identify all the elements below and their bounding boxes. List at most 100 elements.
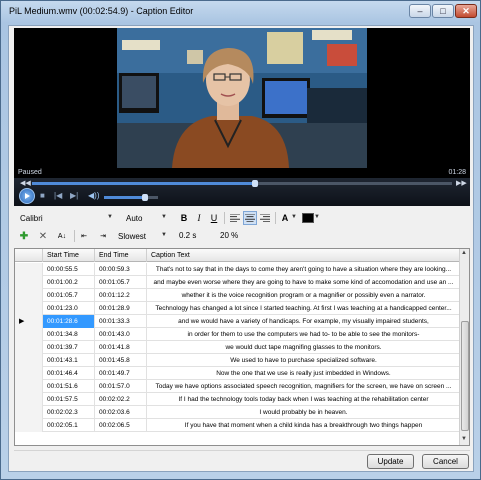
seek-thumb[interactable]: [251, 180, 258, 187]
end-time-cell[interactable]: 00:01:45.8: [95, 354, 147, 367]
end-time-cell[interactable]: 00:01:12.2: [95, 289, 147, 302]
caption-text-cell[interactable]: We used to have to purchase specialized …: [147, 354, 461, 367]
end-time-cell[interactable]: 00:01:49.7: [95, 367, 147, 380]
row-indicator[interactable]: [15, 276, 43, 289]
scroll-down-icon[interactable]: ▼: [461, 436, 467, 442]
shift-earlier-icon[interactable]: ⇤: [77, 229, 91, 243]
row-indicator[interactable]: [15, 354, 43, 367]
caption-text-cell[interactable]: If you have that moment when a child kin…: [147, 419, 461, 432]
video-preview[interactable]: Paused 01:28: [14, 28, 470, 178]
caption-text-cell[interactable]: That's not to say that in the days to co…: [147, 263, 461, 276]
bold-button[interactable]: B: [177, 211, 191, 225]
caption-text-cell[interactable]: and maybe even worse where they are goin…: [147, 276, 461, 289]
row-indicator[interactable]: [15, 367, 43, 380]
table-row[interactable]: 00:01:43.1 00:01:45.8 We used to have to…: [15, 354, 461, 367]
caption-text-cell[interactable]: If I had the technology tools today back…: [147, 393, 461, 406]
start-time-cell[interactable]: 00:01:23.0: [43, 302, 95, 315]
play-button[interactable]: [19, 188, 35, 204]
volume-thumb[interactable]: [141, 194, 148, 201]
end-time-cell[interactable]: 00:02:03.6: [95, 406, 147, 419]
row-indicator[interactable]: [15, 302, 43, 315]
caption-text-cell[interactable]: Technology has changed a lot since I sta…: [147, 302, 461, 315]
row-indicator[interactable]: [15, 289, 43, 302]
start-time-cell[interactable]: 00:01:34.8: [43, 328, 95, 341]
volume-icon[interactable]: ◀)): [88, 191, 99, 200]
row-indicator[interactable]: ▶: [15, 315, 43, 328]
table-row[interactable]: 00:01:23.0 00:01:28.9 Technology has cha…: [15, 302, 461, 315]
align-left-button[interactable]: [228, 211, 242, 225]
row-indicator[interactable]: [15, 380, 43, 393]
table-row[interactable]: 00:01:57.5 00:02:02.2 If I had the techn…: [15, 393, 461, 406]
close-button[interactable]: ✕: [455, 4, 477, 18]
vertical-scrollbar[interactable]: ▲ ▼: [459, 249, 469, 445]
text-color-dropdown[interactable]: ▼: [290, 211, 300, 225]
size-select[interactable]: Auto ▼: [122, 211, 170, 225]
minimize-button[interactable]: –: [409, 4, 431, 18]
table-row[interactable]: 00:02:05.1 00:02:06.5 If you have that m…: [15, 419, 461, 432]
end-time-cell[interactable]: 00:02:06.5: [95, 419, 147, 432]
end-time-cell[interactable]: 00:01:33.3: [95, 315, 147, 328]
caption-text-cell[interactable]: Today we have options associated speech …: [147, 380, 461, 393]
row-indicator[interactable]: [15, 341, 43, 354]
volume-slider[interactable]: [104, 194, 158, 201]
end-time-cell[interactable]: 00:01:05.7: [95, 276, 147, 289]
italic-button[interactable]: I: [192, 211, 206, 225]
caption-text-cell[interactable]: and we would have a variety of handicaps…: [147, 315, 461, 328]
column-header-start[interactable]: Start Time: [43, 249, 95, 262]
table-row[interactable]: 00:01:05.7 00:01:12.2 whether it is the …: [15, 289, 461, 302]
column-header-text[interactable]: Caption Text: [147, 249, 461, 262]
align-right-button[interactable]: [258, 211, 272, 225]
end-time-cell[interactable]: 00:01:28.9: [95, 302, 147, 315]
start-time-cell[interactable]: 00:02:05.1: [43, 419, 95, 432]
background-color-dropdown[interactable]: ▼: [313, 211, 323, 225]
font-select[interactable]: Calibri ▼: [16, 211, 116, 225]
delete-caption-icon[interactable]: ✕: [36, 229, 50, 243]
row-indicator[interactable]: [15, 328, 43, 341]
table-row[interactable]: 00:00:55.5 00:00:59.3 That's not to say …: [15, 263, 461, 276]
end-time-cell[interactable]: 00:01:43.0: [95, 328, 147, 341]
table-row[interactable]: 00:01:46.4 00:01:49.7 Now the one that w…: [15, 367, 461, 380]
add-caption-icon[interactable]: ✚: [17, 229, 31, 243]
caption-text-cell[interactable]: Now the one that we use is really just i…: [147, 367, 461, 380]
sort-icon[interactable]: A↓: [55, 229, 69, 243]
align-center-button[interactable]: [243, 211, 257, 225]
table-row[interactable]: 00:01:00.2 00:01:05.7 and maybe even wor…: [15, 276, 461, 289]
shift-later-icon[interactable]: ⇥: [96, 229, 110, 243]
end-time-cell[interactable]: 00:01:41.8: [95, 341, 147, 354]
start-time-cell[interactable]: 00:01:00.2: [43, 276, 95, 289]
end-time-cell[interactable]: 00:01:57.0: [95, 380, 147, 393]
underline-button[interactable]: U: [207, 211, 221, 225]
table-row-current[interactable]: ▶ 00:01:28.6 00:01:33.3 and we would hav…: [15, 315, 461, 328]
start-time-cell[interactable]: 00:01:39.7: [43, 341, 95, 354]
table-row[interactable]: 00:01:51.6 00:01:57.0 Today we have opti…: [15, 380, 461, 393]
start-time-cell[interactable]: 00:00:55.5: [43, 263, 95, 276]
seek-back-icon[interactable]: ◀◀: [20, 179, 31, 187]
next-icon[interactable]: ▶|: [70, 191, 78, 200]
caption-text-cell[interactable]: we would duct tape magnifing glasses to …: [147, 341, 461, 354]
percent-value[interactable]: 20 %: [220, 231, 238, 240]
caption-text-cell[interactable]: whether it is the voice recognition prog…: [147, 289, 461, 302]
start-time-cell[interactable]: 00:01:05.7: [43, 289, 95, 302]
row-indicator[interactable]: [15, 393, 43, 406]
end-time-cell[interactable]: 00:00:59.3: [95, 263, 147, 276]
table-row[interactable]: 00:01:34.8 00:01:43.0 in order for them …: [15, 328, 461, 341]
caption-text-cell[interactable]: in order for them to use the computers w…: [147, 328, 461, 341]
previous-icon[interactable]: |◀: [54, 191, 62, 200]
start-time-cell[interactable]: 00:02:02.3: [43, 406, 95, 419]
stop-icon[interactable]: ■: [40, 191, 45, 200]
offset-value[interactable]: 0.2 s: [179, 231, 196, 240]
start-time-cell[interactable]: 00:01:51.6: [43, 380, 95, 393]
seek-bar[interactable]: [32, 180, 452, 187]
column-header-end[interactable]: End Time: [95, 249, 147, 262]
row-indicator[interactable]: [15, 406, 43, 419]
row-indicator[interactable]: [15, 419, 43, 432]
maximize-button[interactable]: □: [432, 4, 454, 18]
row-indicator[interactable]: [15, 263, 43, 276]
end-time-cell[interactable]: 00:02:02.2: [95, 393, 147, 406]
caption-text-cell[interactable]: I would probably be in heaven.: [147, 406, 461, 419]
scroll-up-icon[interactable]: ▲: [461, 250, 467, 256]
start-time-cell[interactable]: 00:01:43.1: [43, 354, 95, 367]
start-time-cell-selected[interactable]: 00:01:28.6: [43, 315, 95, 328]
cancel-button[interactable]: Cancel: [422, 454, 469, 469]
scrollbar-thumb[interactable]: [461, 321, 469, 431]
